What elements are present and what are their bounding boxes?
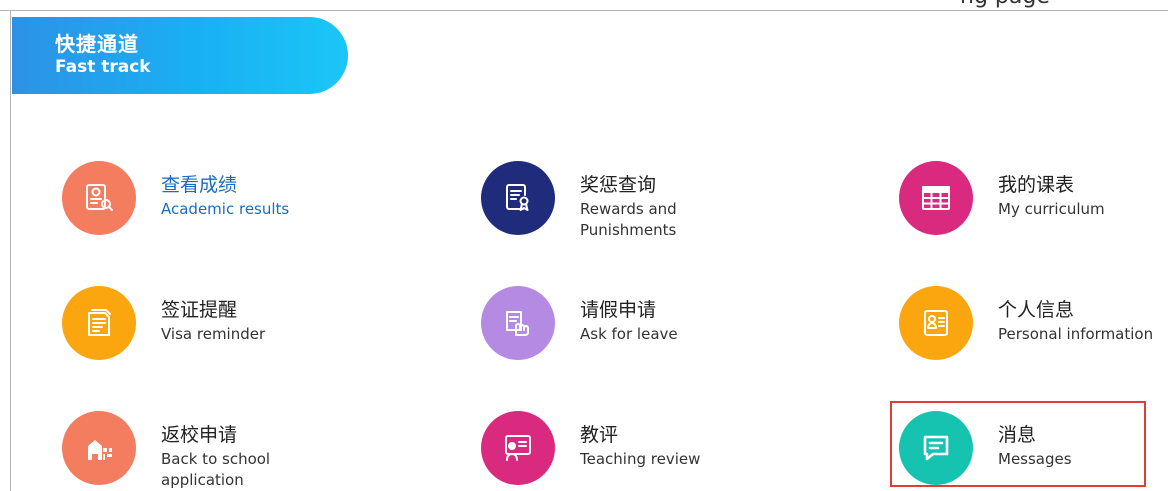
tile-label-en: My curriculum <box>998 200 1105 218</box>
certificate-icon <box>481 161 555 235</box>
frame-border-top <box>0 10 1168 11</box>
frame-border-left <box>10 10 11 491</box>
tile-label-en: Ask for leave <box>580 325 678 343</box>
tile-ask-for-leave[interactable]: 请假申请 Ask for leave <box>481 286 801 366</box>
tile-teaching-review[interactable]: 教评 Teaching review <box>481 411 801 491</box>
messages-highlight-box <box>890 401 1146 487</box>
tile-back-to-school[interactable]: 返校申请 Back to school application <box>62 411 382 491</box>
tile-label-cn: 个人信息 <box>998 299 1075 321</box>
tile-label-en: Teaching review <box>580 450 701 468</box>
fast-track-banner: 快捷通道 Fast track <box>12 17 348 94</box>
tile-label-en: Academic results <box>161 200 290 218</box>
tile-academic-results[interactable]: 查看成绩 Academic results <box>62 161 382 241</box>
tile-label-en: Rewards and Punishments <box>580 200 677 239</box>
tile-label-cn: 我的课表 <box>998 174 1075 196</box>
school-building-icon <box>62 411 136 485</box>
teacher-review-icon <box>481 411 555 485</box>
hand-document-icon <box>481 286 555 360</box>
tile-label-cn: 教评 <box>580 424 619 446</box>
tile-visa-reminder[interactable]: 签证提醒 Visa reminder <box>62 286 382 366</box>
id-card-icon <box>899 286 973 360</box>
cutoff-heading-text: ng page <box>960 0 1050 9</box>
tile-label-cn: 返校申请 <box>161 424 238 446</box>
tile-label-en: Personal information <box>998 325 1154 343</box>
tile-label-cn: 奖惩查询 <box>580 174 657 196</box>
tile-my-curriculum[interactable]: 我的课表 My curriculum <box>899 161 1168 241</box>
tile-label-en: Visa reminder <box>161 325 266 343</box>
tile-label-cn: 查看成绩 <box>161 174 238 196</box>
report-search-icon <box>62 161 136 235</box>
tile-label-cn: 请假申请 <box>580 299 657 321</box>
timetable-icon <box>899 161 973 235</box>
tile-label-cn: 签证提醒 <box>161 299 238 321</box>
visa-document-icon <box>62 286 136 360</box>
fast-track-page: ng page 快捷通道 Fast track 查看成绩 Academic re… <box>0 0 1168 491</box>
banner-title-en: Fast track <box>55 57 151 77</box>
tile-rewards-punishments[interactable]: 奖惩查询 Rewards and Punishments <box>481 161 801 241</box>
tile-personal-information[interactable]: 个人信息 Personal information <box>899 286 1168 366</box>
banner-title-cn: 快捷通道 <box>55 32 139 56</box>
tile-label-en: Back to school application <box>161 450 271 489</box>
